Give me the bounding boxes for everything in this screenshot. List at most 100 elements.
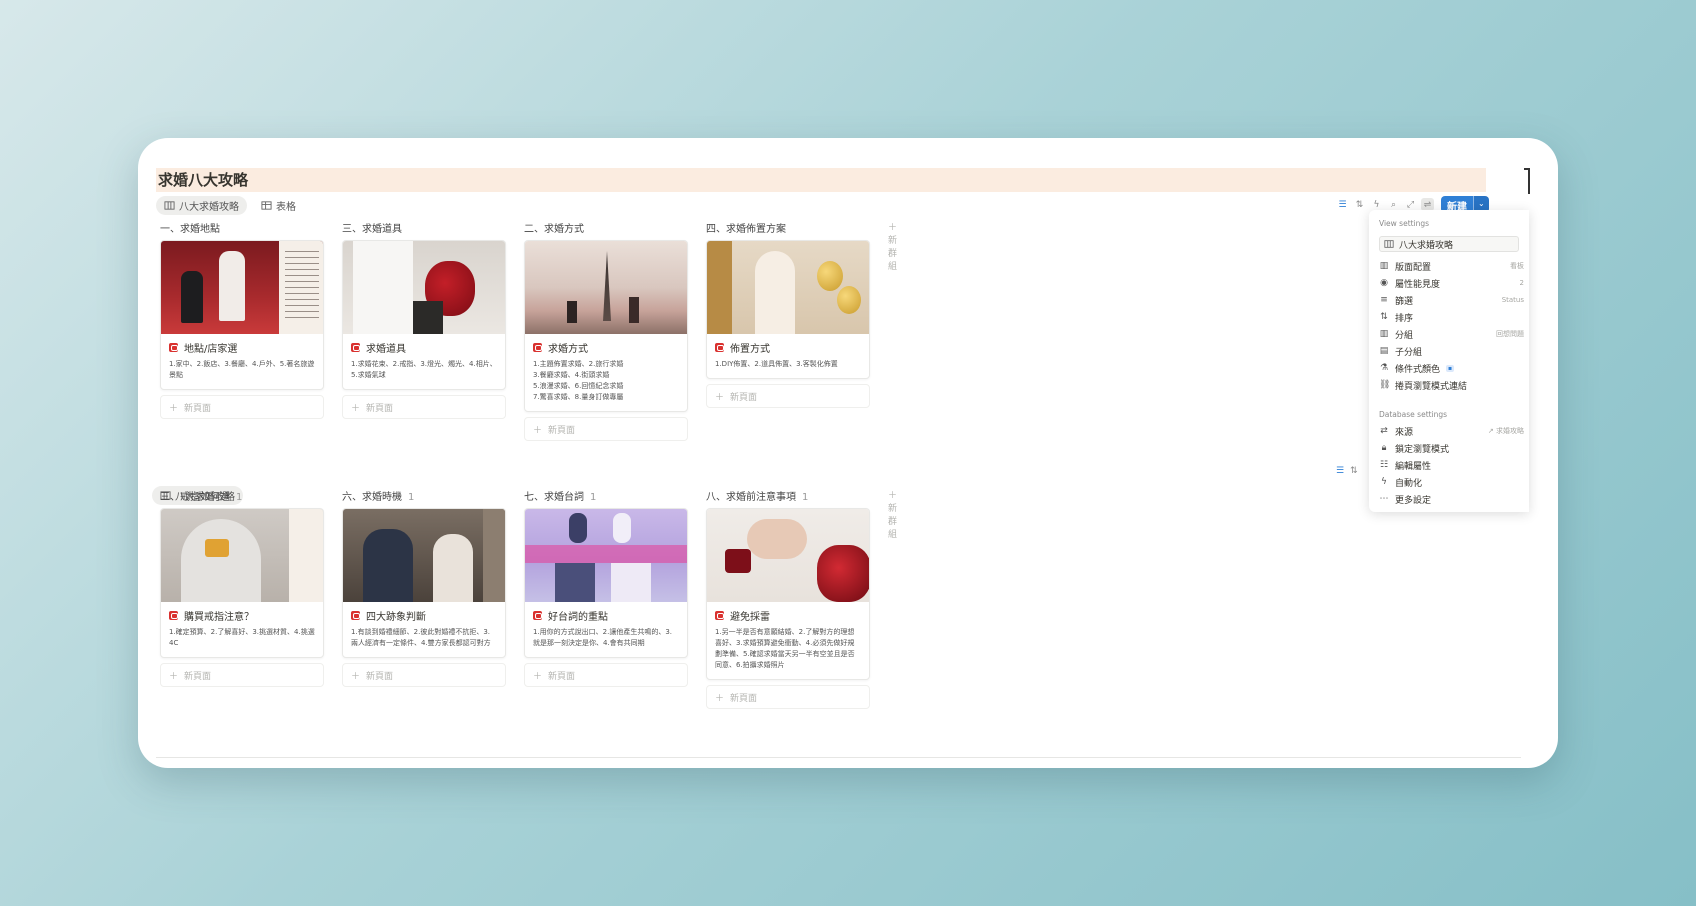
card-title: 四大跡象判斷 bbox=[343, 602, 505, 627]
add-page-button[interactable]: ＋ 新頁面 bbox=[524, 663, 688, 687]
card-image bbox=[707, 241, 869, 334]
tab-board-label: 八大求婚攻略 bbox=[179, 202, 239, 213]
card[interactable]: 地點/店家選 1.家中、2.飯店、3.餐廳、4.戶外、5.著名旅遊景點 bbox=[160, 240, 324, 390]
setting-value-text: 求婚攻略 bbox=[1496, 427, 1524, 435]
subgroup-setting[interactable]: ▤ 子分組 bbox=[1379, 343, 1524, 359]
setting-label: 更多設定 bbox=[1395, 495, 1432, 506]
card[interactable]: 求婚方式 1.主題佈置求婚、2.旅行求婚 3.餐廳求婚、4.街頭求婚 5.浪漫求… bbox=[524, 240, 688, 412]
source-icon: ⇄ bbox=[1380, 426, 1388, 436]
group-setting[interactable]: ▥ 分組 回想問題 bbox=[1379, 326, 1524, 342]
toolbar-secondary: ☰ ⇅ bbox=[1336, 466, 1358, 476]
column-title-text: 八、求婚前注意事項 bbox=[706, 492, 796, 503]
add-page-label: 新頁面 bbox=[548, 425, 576, 436]
view-name-input[interactable] bbox=[1399, 239, 1509, 249]
more-settings[interactable]: ⋯ 更多設定 bbox=[1379, 491, 1524, 507]
card-body: 1.有談到婚禮細節、2.彼此對婚禮不抗拒、3.兩人經濟有一定條件、4.雙方家長都… bbox=[351, 628, 491, 647]
card-image bbox=[525, 509, 687, 602]
card-body: 1.用你的方式說出口、2.讓他產生共鳴的、3.就是那一刻決定是你、4.會有共同期 bbox=[533, 628, 673, 647]
automation-setting[interactable]: ϟ 自動化 bbox=[1379, 474, 1524, 490]
card-title-text: 避免採雷 bbox=[730, 612, 770, 623]
column-title[interactable]: 二、求婚方式 bbox=[524, 220, 688, 240]
card-title-text: 佈置方式 bbox=[730, 344, 770, 355]
column-title[interactable]: 三、戒指如何選 1 bbox=[160, 488, 324, 508]
edit-properties-setting[interactable]: ☷ 編輯屬性 bbox=[1379, 457, 1524, 473]
eye-icon: ◉ bbox=[1380, 278, 1388, 288]
card[interactable]: 避免採雷 1.另一半是否有意願結婚、2.了解對方的理想喜好、3.求婚預算避免衝動… bbox=[706, 508, 870, 680]
card-title-text: 購買戒指注意？ bbox=[184, 612, 254, 623]
add-page-label: 新頁面 bbox=[366, 403, 394, 414]
add-page-label: 新頁面 bbox=[184, 671, 212, 682]
tab-board[interactable]: 八大求婚攻略 bbox=[156, 196, 247, 215]
source-setting[interactable]: ⇄ 來源 ↗ 求婚攻略 bbox=[1379, 423, 1524, 439]
card-title-text: 地點/店家選 bbox=[184, 344, 238, 355]
board-icon: ▥ bbox=[1379, 261, 1389, 271]
lock-setting[interactable]: 🔒︎ 鎖定瀏覽模式 bbox=[1379, 440, 1524, 456]
card-image bbox=[343, 509, 505, 602]
sort-icon[interactable]: ⇅ bbox=[1350, 466, 1358, 476]
list-icon: ☷ bbox=[1379, 460, 1389, 470]
add-group-button[interactable]: ＋ 新群組 bbox=[888, 220, 897, 272]
board-column: 七、求婚台詞 1 好台詞的重點 1.用你的方式說出口、2.讓他產生共鳴的、3.就是… bbox=[524, 488, 688, 687]
filter-setting[interactable]: ≡ 篩選 Status bbox=[1379, 292, 1524, 308]
filter-icon[interactable]: ☰ bbox=[1336, 466, 1344, 476]
add-page-button[interactable]: ＋ 新頁面 bbox=[160, 663, 324, 687]
add-page-button[interactable]: ＋ 新頁面 bbox=[342, 663, 506, 687]
card-body: 1.求婚花束、2.戒指、3.燈光、燭光、4.相片、5.求婚氣球 bbox=[351, 360, 497, 379]
view-settings-heading: View settings bbox=[1379, 219, 1430, 228]
card[interactable]: 好台詞的重點 1.用你的方式說出口、2.讓他產生共鳴的、3.就是那一刻決定是你、… bbox=[524, 508, 688, 658]
column-title[interactable]: 六、求婚時機 1 bbox=[342, 488, 506, 508]
card-body: 1.主題佈置求婚、2.旅行求婚 3.餐廳求婚、4.街頭求婚 5.浪漫求婚、6.回… bbox=[533, 360, 624, 401]
visibility-setting[interactable]: ◉ 屬性能見度 2 bbox=[1379, 275, 1524, 291]
page-link-setting[interactable]: ⛓ 捲頁瀏覽模式連結 bbox=[1379, 377, 1524, 393]
tab-table-label: 表格 bbox=[276, 202, 296, 213]
card-title-text: 求婚方式 bbox=[548, 344, 588, 355]
sort-icon[interactable]: ⇅ bbox=[1353, 198, 1366, 211]
column-title[interactable]: 三、求婚道具 bbox=[342, 220, 506, 240]
setting-value: 2 bbox=[1519, 279, 1524, 287]
heart-icon bbox=[169, 611, 178, 620]
add-page-button[interactable]: ＋ 新頁面 bbox=[706, 685, 870, 709]
tab-table[interactable]: 表格 bbox=[253, 196, 304, 215]
add-page-button[interactable]: ＋ 新頁面 bbox=[706, 384, 870, 408]
conditional-color-setting[interactable]: ⚗ 條件式顏色 ▪ bbox=[1379, 360, 1524, 376]
card-image bbox=[161, 509, 323, 602]
column-title[interactable]: 四、求婚佈置方案 bbox=[706, 220, 870, 240]
more-icon: ⋯ bbox=[1379, 494, 1389, 504]
add-page-label: 新頁面 bbox=[366, 671, 394, 682]
paint-icon: ⚗ bbox=[1379, 363, 1389, 373]
app-window: 求婚八大攻略 八大求婚攻略 表格 ☰ ⇅ ϟ ⌕ ⤢ ⇌ 新建 ⌄ 一、求婚地點 bbox=[138, 138, 1558, 768]
column-title[interactable]: 八、求婚前注意事項 1 bbox=[706, 488, 870, 508]
heart-icon bbox=[533, 611, 542, 620]
layout-setting[interactable]: ▥ 版面配置 看板 bbox=[1379, 258, 1524, 274]
lock-icon: 🔒︎ bbox=[1381, 443, 1387, 453]
card[interactable]: 四大跡象判斷 1.有談到婚禮細節、2.彼此對婚禮不抗拒、3.兩人經濟有一定條件、… bbox=[342, 508, 506, 658]
add-group-label: 新群組 bbox=[888, 504, 898, 540]
card-title: 求婚方式 bbox=[525, 334, 687, 359]
add-page-button[interactable]: ＋ 新頁面 bbox=[524, 417, 688, 441]
page-title[interactable]: 求婚八大攻略 bbox=[158, 169, 248, 190]
table-icon bbox=[261, 201, 272, 210]
lightning-icon: ϟ bbox=[1381, 477, 1387, 487]
heart-icon bbox=[533, 343, 542, 352]
add-group-button[interactable]: ＋ 新群組 bbox=[888, 488, 897, 540]
view-name-field[interactable] bbox=[1379, 236, 1519, 252]
subgroup-icon: ▤ bbox=[1379, 346, 1389, 356]
column-title-text: 七、求婚台詞 bbox=[524, 492, 584, 503]
add-page-label: 新頁面 bbox=[548, 671, 576, 682]
board-icon bbox=[1384, 240, 1394, 248]
add-page-button[interactable]: ＋ 新頁面 bbox=[342, 395, 506, 419]
setting-value: ↗ 求婚攻略 bbox=[1487, 427, 1524, 435]
board-column: 四、求婚佈置方案 佈置方式 1.DIY佈置、2.道具佈置、3.客製化佈置 ＋ 新… bbox=[706, 220, 870, 408]
card-image bbox=[707, 509, 869, 602]
card[interactable]: 購買戒指注意？ 1.確定預算、2.了解喜好、3.挑選材質、4.挑選4C bbox=[160, 508, 324, 658]
filter-icon[interactable]: ☰ bbox=[1336, 198, 1349, 211]
column-title-text: 三、戒指如何選 bbox=[160, 492, 230, 503]
column-title[interactable]: 一、求婚地點 bbox=[160, 220, 324, 240]
add-page-button[interactable]: ＋ 新頁面 bbox=[160, 395, 324, 419]
sort-setting[interactable]: ⇅ 排序 bbox=[1379, 309, 1524, 325]
column-title[interactable]: 七、求婚台詞 1 bbox=[524, 488, 688, 508]
heart-icon bbox=[169, 343, 178, 352]
card[interactable]: 佈置方式 1.DIY佈置、2.道具佈置、3.客製化佈置 bbox=[706, 240, 870, 379]
card[interactable]: 求婚道具 1.求婚花束、2.戒指、3.燈光、燭光、4.相片、5.求婚氣球 bbox=[342, 240, 506, 390]
setting-label: 分組 bbox=[1395, 330, 1414, 341]
